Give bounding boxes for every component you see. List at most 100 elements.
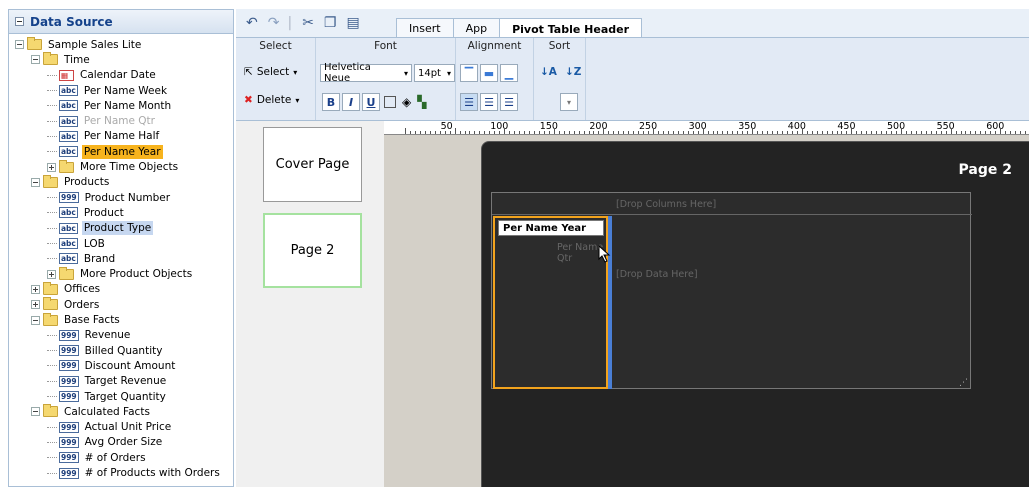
ruler-tick-mark (915, 131, 917, 134)
underline-button[interactable]: U (362, 93, 380, 111)
number-column-icon: 999 (59, 192, 79, 204)
tree-item[interactable]: Time (31, 52, 92, 67)
number-column-icon: 999 (59, 467, 79, 479)
select-button[interactable]: ⇱ Select ▾ (244, 66, 297, 78)
align-bottom-icon[interactable]: ▁ (500, 64, 518, 82)
folder-icon (43, 281, 58, 295)
font-size-select[interactable]: 14pt ▾ (413, 64, 455, 82)
pivot-table[interactable]: [Drop Columns Here] Per Name Year Per Na… (491, 192, 972, 389)
tree-item[interactable]: 999 Target Revenue (47, 374, 168, 389)
align-center-icon[interactable]: ☰ (480, 93, 498, 111)
sort-ascending-icon[interactable]: ↓A (540, 66, 557, 78)
drop-columns-zone[interactable]: [Drop Columns Here] (616, 199, 716, 210)
collapse-icon[interactable] (15, 17, 24, 26)
page-thumbnails: Cover Page Page 2 (236, 121, 384, 487)
expand-icon[interactable] (47, 269, 56, 279)
align-left-icon[interactable]: ☰ (460, 93, 478, 111)
collapse-icon[interactable] (15, 40, 24, 50)
tree-item[interactable]: 999 Avg Order Size (47, 435, 164, 450)
fill-color-icon[interactable]: ◈ (402, 95, 411, 109)
tree-item[interactable]: abc LOB (47, 236, 107, 251)
align-top-icon[interactable]: ▔ (460, 64, 478, 82)
row-item-per-name-year[interactable]: Per Name Year (498, 220, 604, 236)
sort-group-title: Sort (548, 40, 571, 52)
collapse-icon[interactable] (31, 177, 40, 187)
collapse-icon[interactable] (31, 407, 40, 417)
ruler-tick-mark (717, 131, 719, 134)
ruler-tick-mark (1015, 131, 1017, 134)
ruler-tick-mark (538, 131, 540, 134)
ribbon-groups: Select ⇱ Select ▾ ✖ Delete ▾ Font Helvet… (236, 37, 1029, 121)
ruler-tick-label: 50 (440, 121, 453, 132)
paste-icon[interactable]: ▤ (346, 15, 359, 31)
tree-item[interactable]: More Product Objects (47, 266, 194, 282)
ruler-tick-mark (876, 131, 878, 134)
align-right-icon[interactable]: ☰ (500, 93, 518, 111)
select-group: Select ⇱ Select ▾ ✖ Delete ▾ (236, 38, 316, 120)
ruler-tick-mark (697, 131, 699, 134)
tree-item[interactable]: Sample Sales Lite (15, 37, 143, 52)
drop-data-zone[interactable]: [Drop Data Here] (616, 269, 698, 280)
bold-button[interactable]: B (322, 93, 340, 111)
tree-item[interactable]: abc Per Name Week (47, 83, 169, 98)
tree-connector (47, 350, 57, 352)
tree-item[interactable]: 999 # of Products with Orders (47, 465, 222, 480)
sort-options-chevron-icon[interactable]: ▾ (560, 93, 578, 111)
tree-item[interactable]: abc Product Type (47, 221, 154, 236)
expand-icon[interactable] (31, 300, 40, 310)
tree-item[interactable]: abc Per Name Qtr (47, 114, 157, 129)
ruler-tick-mark (732, 131, 734, 134)
tree-item-label: Billed Quantity (84, 344, 163, 357)
thumbnail-page-2[interactable]: Page 2 (263, 213, 362, 288)
tree-item[interactable]: abc Per Name Half (47, 129, 161, 144)
tree-item[interactable]: 999 # of Orders (47, 450, 148, 465)
tree-item[interactable]: Orders (31, 297, 101, 312)
tree-item[interactable]: abc Per Name Year (47, 144, 163, 159)
collapse-icon[interactable] (31, 315, 40, 325)
ruler-tick-mark (747, 131, 749, 134)
align-middle-icon[interactable]: ▬ (480, 64, 498, 82)
tree-item[interactable]: 999 Billed Quantity (47, 343, 164, 358)
tab-pivot-table-header[interactable]: Pivot Table Header (499, 18, 643, 39)
tree-item[interactable]: abc Product (47, 205, 126, 220)
separator: | (287, 15, 293, 31)
tab-insert[interactable]: Insert (396, 18, 454, 38)
resize-handle-icon[interactable]: ⋰ (959, 378, 968, 388)
pointer-icon: ⇱ (244, 66, 253, 78)
copy-icon[interactable]: ❐ (324, 15, 337, 31)
delete-button[interactable]: ✖ Delete ▾ (244, 94, 299, 106)
tree-item[interactable]: 999 Discount Amount (47, 358, 177, 373)
expand-icon[interactable] (31, 284, 40, 294)
drop-rows-zone[interactable]: Per Name Year Per Name Qtr (493, 216, 608, 389)
collapse-icon[interactable] (31, 55, 40, 65)
tree-item[interactable]: abc Per Name Month (47, 98, 173, 113)
thumbnail-cover-page[interactable]: Cover Page (263, 127, 362, 202)
undo-icon[interactable]: ↶ (246, 15, 258, 31)
ruler-tick-mark (568, 131, 570, 134)
redo-icon[interactable]: ↷ (268, 15, 280, 31)
tree-item[interactable]: More Time Objects (47, 159, 180, 174)
tree-item[interactable]: 999 Product Number (47, 190, 172, 205)
tree-item[interactable]: Products (31, 174, 111, 190)
border-icon[interactable] (384, 96, 396, 108)
number-column-icon: 999 (59, 436, 79, 448)
tree-item[interactable]: Offices (31, 281, 102, 297)
font-family-select[interactable]: Helvetica Neue ▾ (320, 62, 412, 84)
tree-item[interactable]: Calculated Facts (31, 404, 152, 419)
cut-icon[interactable]: ✂ (302, 15, 314, 31)
text-color-icon[interactable]: ▚ (417, 95, 426, 109)
data-source-header[interactable]: Data Source (9, 10, 233, 34)
tree-item[interactable]: 999 Target Quantity (47, 389, 168, 404)
tree-item[interactable]: 999 Actual Unit Price (47, 420, 173, 435)
tree-item[interactable]: Base Facts (31, 312, 122, 327)
tree-connector (47, 258, 57, 260)
sort-descending-icon[interactable]: ↓Z (565, 66, 581, 78)
italic-button[interactable]: I (342, 93, 360, 111)
tree-item[interactable]: ▦ Calendar Date (47, 68, 158, 83)
tab-app[interactable]: App (452, 18, 501, 38)
tree-item[interactable]: abc Brand (47, 251, 117, 266)
tree-item[interactable]: 999 Revenue (47, 328, 132, 343)
ruler-tick-mark (796, 131, 798, 134)
expand-icon[interactable] (47, 162, 56, 172)
ruler-tick-mark (593, 131, 595, 134)
